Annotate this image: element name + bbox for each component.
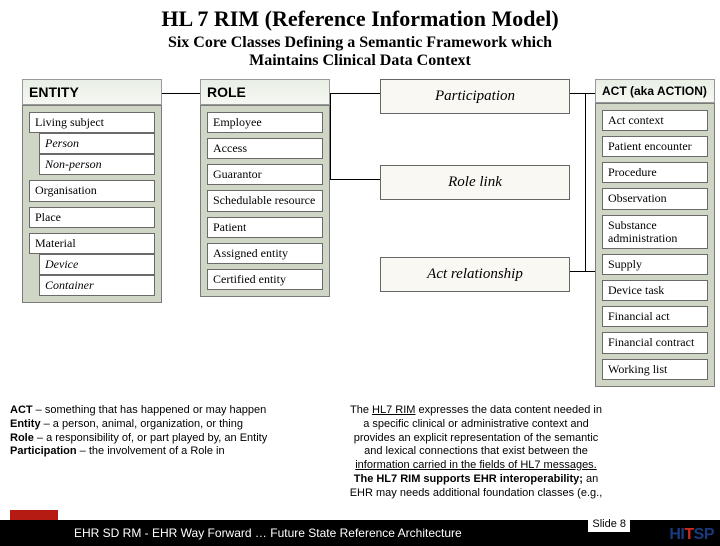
entity-item: Non-person bbox=[39, 154, 155, 175]
footer-text: EHR SD RM - EHR Way Forward … Future Sta… bbox=[74, 526, 462, 540]
rim-diagram: ENTITY Living subject Person Non-person … bbox=[0, 79, 720, 409]
hitsp-logo: HITSP bbox=[669, 526, 714, 544]
brand-sp: SP bbox=[694, 526, 714, 543]
participation-box: Participation bbox=[380, 79, 570, 114]
role-item: Employee bbox=[207, 112, 323, 133]
slide-number: Slide 8 bbox=[588, 516, 630, 532]
def-entity-text: – a person, animal, organization, or thi… bbox=[41, 418, 243, 430]
def-participation-text: – the involvement of a Role in bbox=[77, 445, 225, 457]
expl-bold: The HL7 RIM supports EHR interoperabilit… bbox=[354, 473, 583, 485]
act-item: Supply bbox=[602, 254, 708, 275]
act-item: Procedure bbox=[602, 162, 708, 183]
actrel-label: Act relationship bbox=[380, 257, 570, 292]
act-column: ACT (aka ACTION) Act context Patient enc… bbox=[595, 79, 715, 387]
entity-header: ENTITY bbox=[22, 79, 162, 105]
role-item: Assigned entity bbox=[207, 243, 323, 264]
def-role-term: Role bbox=[10, 432, 34, 444]
act-item: Financial act bbox=[602, 306, 708, 327]
connector bbox=[585, 93, 586, 271]
role-item: Access bbox=[207, 138, 323, 159]
def-entity-term: Entity bbox=[10, 418, 41, 430]
def-participation-term: Participation bbox=[10, 445, 77, 457]
role-column: ROLE Employee Access Guarantor Schedulab… bbox=[200, 79, 330, 297]
act-item: Patient encounter bbox=[602, 136, 708, 157]
page-title: HL 7 RIM (Reference Information Model) bbox=[0, 6, 720, 32]
act-item: Substance administration bbox=[602, 215, 708, 249]
entity-item: Person bbox=[39, 133, 155, 154]
connector bbox=[330, 179, 380, 180]
role-item: Guarantor bbox=[207, 164, 323, 185]
entity-item: Living subject bbox=[29, 112, 155, 133]
rolelink-box: Role link bbox=[380, 165, 570, 200]
subtitle-line-2: Maintains Clinical Data Context bbox=[249, 52, 471, 69]
explanation-block: The HL7 RIM expresses the data content n… bbox=[346, 404, 606, 500]
expl-underline-1: HL7 RIM bbox=[372, 404, 415, 416]
expl-underline-2: information carried in the fields of HL7… bbox=[355, 459, 597, 471]
def-role-text: – a responsibility of, or part played by… bbox=[34, 432, 267, 444]
role-item: Schedulable resource bbox=[207, 190, 323, 211]
act-item: Observation bbox=[602, 188, 708, 209]
entity-column: ENTITY Living subject Person Non-person … bbox=[22, 79, 162, 304]
expl-text: The bbox=[350, 404, 372, 416]
connector bbox=[570, 93, 595, 94]
connector bbox=[162, 93, 200, 94]
role-item: Certified entity bbox=[207, 269, 323, 290]
definitions-block: ACT – something that has happened or may… bbox=[10, 404, 340, 459]
def-act-term: ACT bbox=[10, 404, 33, 416]
connector bbox=[570, 271, 595, 272]
act-item: Financial contract bbox=[602, 332, 708, 353]
slide-footer: EHR SD RM - EHR Way Forward … Future Sta… bbox=[0, 520, 720, 546]
entity-item: Organisation bbox=[29, 180, 155, 201]
actrel-box: Act relationship bbox=[380, 257, 570, 292]
act-body: Act context Patient encounter Procedure … bbox=[595, 103, 715, 387]
connector bbox=[330, 93, 380, 94]
act-item: Act context bbox=[602, 110, 708, 131]
role-body: Employee Access Guarantor Schedulable re… bbox=[200, 105, 330, 297]
def-act-text: – something that has happened or may hap… bbox=[33, 404, 267, 416]
participation-label: Participation bbox=[380, 79, 570, 114]
role-item: Patient bbox=[207, 217, 323, 238]
rolelink-label: Role link bbox=[380, 165, 570, 200]
brand-t: T bbox=[684, 526, 693, 543]
role-header: ROLE bbox=[200, 79, 330, 105]
act-item: Device task bbox=[602, 280, 708, 301]
connector bbox=[330, 93, 331, 179]
entity-item: Device bbox=[39, 254, 155, 275]
page-subtitle: Six Core Classes Defining a Semantic Fra… bbox=[0, 34, 720, 71]
subtitle-line-1: Six Core Classes Defining a Semantic Fra… bbox=[168, 34, 552, 51]
brand-hi: HI bbox=[669, 526, 684, 543]
act-header: ACT (aka ACTION) bbox=[595, 79, 715, 103]
entity-item: Material bbox=[29, 233, 155, 254]
act-item: Working list bbox=[602, 359, 708, 380]
entity-item: Container bbox=[39, 275, 155, 296]
entity-body: Living subject Person Non-person Organis… bbox=[22, 105, 162, 304]
entity-item: Place bbox=[29, 207, 155, 228]
